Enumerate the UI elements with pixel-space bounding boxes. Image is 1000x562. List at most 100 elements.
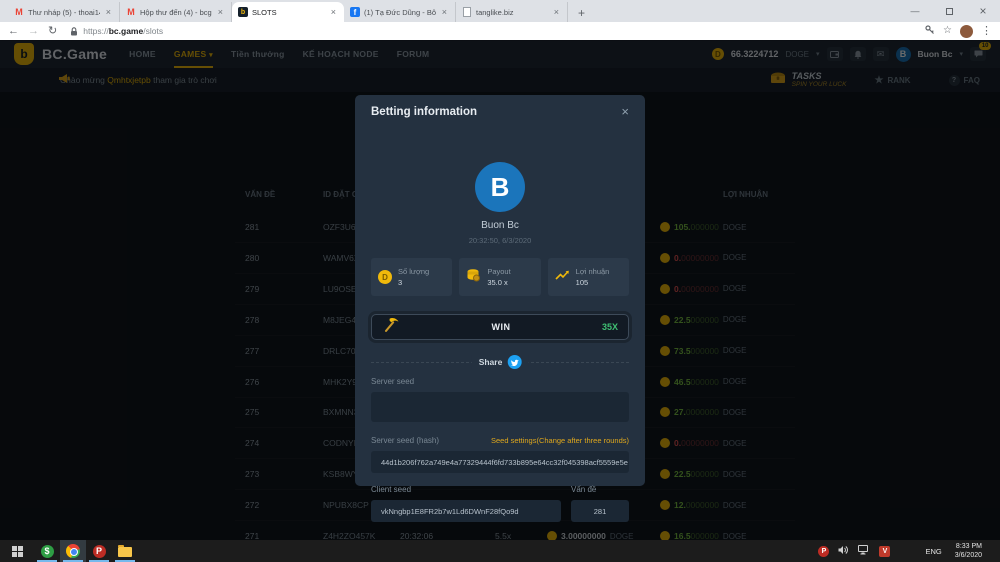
stat-value: 3 [398, 278, 429, 287]
screen: M Thư nháp (5) - thoai14071997@ × M Hộp … [0, 0, 1000, 562]
tab-gmail-inbox[interactable]: M Hộp thư đến (4) - bcgamebour × [120, 2, 232, 22]
stat-profit: Lợi nhuận 105 [548, 258, 629, 296]
client-seed-row: Client seed vkNngbp1E8FR2b7w1Ld6DWnF28fQ… [371, 485, 629, 522]
tab-title: Hộp thư đến (4) - bcgamebour [140, 8, 212, 17]
stat-label: Payout [487, 267, 510, 276]
tab-title: tanglike.biz [476, 8, 548, 17]
result-label: WIN [400, 322, 602, 332]
tab-tanglike[interactable]: tanglike.biz × [456, 2, 568, 22]
player-name: Buon Bc [371, 220, 629, 231]
url-scheme: https:// [83, 26, 109, 36]
folder-icon [118, 547, 132, 557]
clock-time: 8:33 PM [955, 542, 982, 551]
player-avatar: B [475, 162, 525, 212]
server-seed-hash-input[interactable]: 44d1b206f762a749e4a77329444f6fd733b895e6… [371, 451, 629, 473]
page-content: b BC.Game HOME GAMES ▾ Tiền thưởng KẾ HO… [0, 40, 1000, 540]
bet-timestamp: 20:32:50, 6/3/2020 [371, 236, 629, 245]
trend-up-icon [555, 268, 570, 286]
url-path: /slots [143, 26, 163, 36]
tab-facebook[interactable]: f (1) Tạ Đức Dũng - Bông Thanh N × [344, 2, 456, 22]
dollar-app-icon: $ [41, 545, 54, 558]
hash-label-row: Server seed (hash) Seed settings(Change … [371, 436, 629, 445]
server-seed-input[interactable] [371, 392, 629, 422]
coin-icon: D [378, 270, 392, 284]
close-window-button[interactable]: × [966, 0, 1000, 22]
stat-payout: Payout 35.0 x [459, 258, 540, 296]
tab-title: SLOTS [252, 8, 325, 17]
tray-v-icon[interactable]: V [879, 546, 890, 557]
nonce-label: Vấn đề [571, 485, 629, 494]
taskbar-money-app[interactable]: $ [34, 540, 60, 562]
server-seed-hash-label: Server seed (hash) [371, 436, 439, 445]
tab-close-icon[interactable]: × [216, 7, 225, 17]
chrome-icon [66, 544, 80, 558]
win-result-bar: WIN 35X [371, 314, 629, 340]
tab-title: Thư nháp (5) - thoai14071997@ [28, 8, 100, 17]
pickaxe-icon [382, 316, 400, 338]
taskbar-file-explorer[interactable] [112, 540, 138, 562]
stat-value: 105 [576, 278, 610, 287]
coins-stack-icon [466, 268, 481, 287]
back-icon[interactable]: ← [8, 26, 19, 37]
key-icon[interactable] [925, 22, 935, 40]
minimize-button[interactable]: — [898, 0, 932, 22]
lock-icon [70, 27, 78, 36]
volume-icon[interactable] [838, 542, 849, 560]
p-app-icon: P [93, 545, 106, 558]
system-tray: P V ENG 8:33 PM 3/6/2020 [818, 542, 1000, 560]
nonce-input[interactable]: 281 [571, 500, 629, 522]
address-bar[interactable]: https://bc.game/slots [66, 26, 916, 36]
tab-close-icon[interactable]: × [104, 7, 113, 17]
window-controls: — × [898, 0, 1000, 22]
stat-value: 35.0 x [487, 278, 510, 287]
stat-label: Số lượng [398, 267, 429, 276]
taskbar-chrome[interactable] [60, 540, 86, 562]
gmail-icon: M [14, 7, 24, 17]
bookmark-star-icon[interactable]: ☆ [943, 26, 952, 36]
gmail-icon: M [126, 7, 136, 17]
document-icon [462, 7, 472, 17]
forward-icon[interactable]: → [28, 26, 39, 37]
close-icon[interactable]: × [621, 105, 629, 118]
bet-stats: D Số lượng 3 Payout 35.0 x [371, 258, 629, 296]
clock-date: 3/6/2020 [955, 551, 982, 560]
bcgame-icon: b [238, 7, 248, 17]
url-host: bc.game [109, 26, 144, 36]
facebook-icon: f [350, 7, 360, 17]
language-indicator[interactable]: ENG [925, 547, 941, 556]
client-seed-input[interactable]: vkNngbp1E8FR2b7w1Ld6DWnF28fQo9d [371, 500, 561, 522]
tray-p-icon[interactable]: P [818, 546, 829, 557]
url-text: https://bc.game/slots [83, 26, 163, 36]
reload-icon[interactable]: ↻ [48, 26, 57, 37]
browser-profile-avatar[interactable] [960, 25, 973, 38]
new-tab-button[interactable]: + [568, 6, 595, 22]
network-icon[interactable] [858, 542, 870, 560]
taskbar-clock[interactable]: 8:33 PM 3/6/2020 [955, 542, 992, 560]
tab-close-icon[interactable]: × [329, 7, 338, 17]
taskbar-p-app[interactable]: P [86, 540, 112, 562]
tab-close-icon[interactable]: × [552, 7, 561, 17]
share-divider: Share [371, 362, 629, 363]
result-multiplier: 35X [602, 322, 618, 332]
server-seed-label: Server seed [371, 377, 629, 386]
client-seed-label: Client seed [371, 485, 561, 494]
browser-toolbar: ← → ↻ https://bc.game/slots ☆ ⋮ [0, 22, 1000, 40]
stat-amount: D Số lượng 3 [371, 258, 452, 296]
tab-gmail-drafts[interactable]: M Thư nháp (5) - thoai14071997@ × [8, 2, 120, 22]
windows-taskbar: $ P P V ENG 8:33 PM 3/6/2020 [0, 540, 1000, 562]
seed-settings-link[interactable]: Seed settings(Change after three rounds) [491, 436, 629, 445]
tab-title: (1) Tạ Đức Dũng - Bông Thanh N [364, 8, 436, 17]
tab-slots-active[interactable]: b SLOTS × [232, 2, 344, 22]
modal-header: Betting information × [371, 95, 629, 118]
menu-dots-icon[interactable]: ⋮ [981, 26, 992, 37]
stat-label: Lợi nhuận [576, 267, 610, 276]
tab-close-icon[interactable]: × [440, 7, 449, 17]
twitter-share-icon[interactable] [507, 355, 521, 369]
start-button[interactable] [0, 540, 34, 562]
browser-tab-strip: M Thư nháp (5) - thoai14071997@ × M Hộp … [0, 0, 1000, 22]
modal-title: Betting information [371, 106, 477, 118]
maximize-button[interactable] [932, 0, 966, 22]
betting-information-modal: Betting information × B Buon Bc 20:32:50… [355, 95, 645, 486]
windows-logo-icon [12, 546, 23, 557]
share-label: Share [479, 357, 503, 367]
